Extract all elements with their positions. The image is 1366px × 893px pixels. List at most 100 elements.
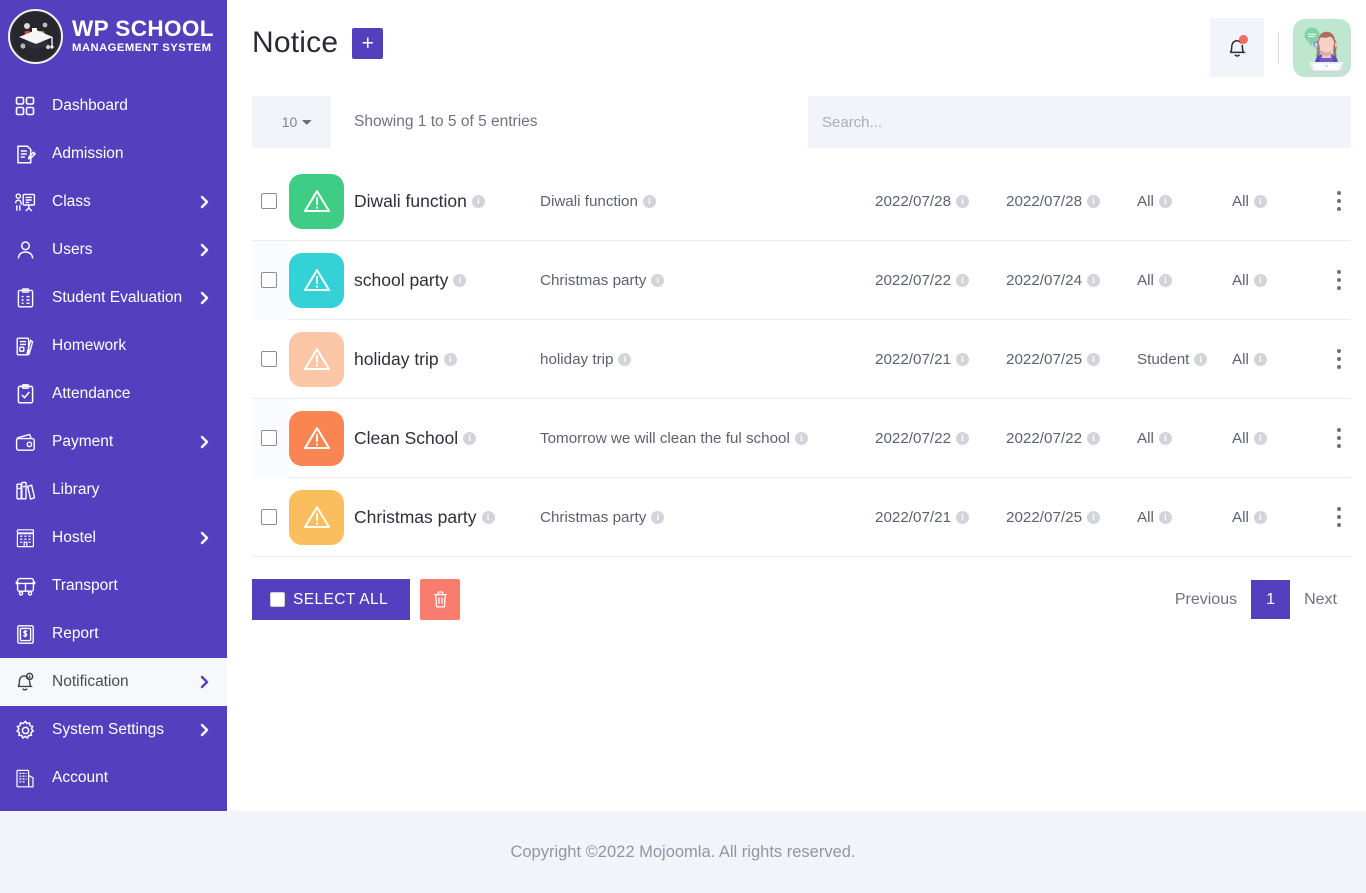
bus-icon bbox=[12, 573, 38, 599]
delete-selected-button[interactable] bbox=[420, 579, 461, 620]
add-notice-button[interactable]: + bbox=[352, 27, 384, 59]
info-icon[interactable]: i bbox=[956, 273, 970, 287]
info-icon[interactable]: i bbox=[651, 273, 665, 287]
sidebar-item-system-settings[interactable]: System Settings bbox=[0, 706, 227, 754]
info-icon[interactable]: i bbox=[481, 510, 495, 524]
notification-badge-dot bbox=[1239, 35, 1248, 44]
search-input[interactable] bbox=[808, 96, 1351, 148]
sidebar-item-users[interactable]: Users bbox=[0, 226, 227, 274]
row-scope-cell: All i bbox=[1232, 193, 1327, 210]
row-title: Christmas party bbox=[354, 506, 477, 527]
info-icon[interactable]: i bbox=[443, 352, 457, 366]
row-title-cell: holiday trip i bbox=[354, 349, 540, 370]
row-checkbox[interactable] bbox=[261, 509, 277, 525]
info-icon[interactable]: i bbox=[1253, 273, 1267, 287]
notification-bell-button[interactable] bbox=[1210, 18, 1264, 77]
info-icon[interactable]: i bbox=[956, 352, 970, 366]
sidebar-item-label: Report bbox=[52, 625, 99, 642]
sidebar-item-attendance[interactable]: Attendance bbox=[0, 370, 227, 418]
kebab-menu-icon[interactable] bbox=[1327, 266, 1351, 294]
pagination-next[interactable]: Next bbox=[1290, 580, 1351, 619]
table-row[interactable]: Clean School i Tomorrow we will clean th… bbox=[252, 398, 1351, 478]
sidebar-item-transport[interactable]: Transport bbox=[0, 562, 227, 610]
info-icon[interactable]: i bbox=[956, 510, 970, 524]
row-audience: Student bbox=[1137, 350, 1190, 368]
app-root: WP SCHOOL MANAGEMENT SYSTEM Dashboard Ad… bbox=[0, 0, 1366, 893]
info-icon[interactable]: i bbox=[1158, 273, 1172, 287]
avatar[interactable] bbox=[1293, 18, 1351, 77]
row-audience: All bbox=[1137, 192, 1154, 210]
info-icon[interactable]: i bbox=[1253, 431, 1267, 445]
info-icon[interactable]: i bbox=[1087, 194, 1101, 208]
info-icon[interactable]: i bbox=[1194, 352, 1208, 366]
kebab-menu-icon[interactable] bbox=[1327, 503, 1351, 531]
row-checkbox[interactable] bbox=[261, 430, 277, 446]
info-icon[interactable]: i bbox=[463, 431, 477, 445]
info-icon[interactable]: i bbox=[1158, 194, 1172, 208]
row-scope: All bbox=[1232, 429, 1249, 447]
info-icon[interactable]: i bbox=[1087, 352, 1101, 366]
row-checkbox[interactable] bbox=[261, 193, 277, 209]
kebab-menu-icon[interactable] bbox=[1327, 187, 1351, 215]
info-icon[interactable]: i bbox=[956, 194, 970, 208]
kebab-menu-icon[interactable] bbox=[1327, 345, 1351, 373]
row-icon-cell bbox=[289, 173, 354, 229]
sidebar-item-report[interactable]: Report bbox=[0, 610, 227, 658]
info-icon[interactable]: i bbox=[1158, 510, 1172, 524]
row-actions-cell bbox=[1327, 345, 1351, 373]
sidebar-item-dashboard[interactable]: Dashboard bbox=[0, 82, 227, 130]
row-scope-cell: All i bbox=[1232, 272, 1327, 289]
table-row[interactable]: Christmas party i Christmas party i 2022… bbox=[252, 478, 1351, 557]
info-icon[interactable]: i bbox=[651, 510, 665, 524]
info-icon[interactable]: i bbox=[956, 431, 970, 445]
pagination-page-1[interactable]: 1 bbox=[1251, 580, 1291, 619]
row-audience-cell: Student i bbox=[1137, 351, 1232, 368]
select-all-label: SELECT ALL bbox=[293, 590, 389, 608]
sidebar-item-hostel[interactable]: Hostel bbox=[0, 514, 227, 562]
info-icon[interactable]: i bbox=[794, 431, 808, 445]
warning-triangle-icon bbox=[289, 173, 344, 229]
sidebar-item-library[interactable]: Library bbox=[0, 466, 227, 514]
info-icon[interactable]: i bbox=[618, 352, 632, 366]
warning-triangle-icon bbox=[289, 331, 344, 387]
page-length-select[interactable]: 10 25 50 100 bbox=[252, 96, 331, 148]
kebab-menu-icon[interactable] bbox=[1327, 424, 1351, 452]
chevron-right-icon bbox=[199, 290, 211, 306]
sidebar-item-student-evaluation[interactable]: Student Evaluation bbox=[0, 274, 227, 322]
info-icon[interactable]: i bbox=[642, 194, 656, 208]
info-icon[interactable]: i bbox=[471, 194, 485, 208]
info-icon[interactable]: i bbox=[1087, 273, 1101, 287]
row-title-cell: Christmas party i bbox=[354, 507, 540, 528]
info-icon[interactable]: i bbox=[1253, 352, 1267, 366]
row-start-date: 2022/07/21 bbox=[875, 350, 952, 368]
info-icon[interactable]: i bbox=[1158, 431, 1172, 445]
table-row[interactable]: Diwali function i Diwali function i 2022… bbox=[252, 162, 1351, 241]
info-icon[interactable]: i bbox=[1253, 194, 1267, 208]
row-checkbox[interactable] bbox=[261, 272, 277, 288]
sidebar-item-homework[interactable]: Homework bbox=[0, 322, 227, 370]
row-end-date-cell: 2022/07/24 i bbox=[1006, 272, 1137, 289]
row-scope-cell: All i bbox=[1232, 430, 1327, 447]
info-icon[interactable]: i bbox=[453, 273, 467, 287]
sidebar-item-admission[interactable]: Admission bbox=[0, 130, 227, 178]
table-row[interactable]: school party i Christmas party i 2022/07… bbox=[252, 240, 1351, 320]
row-description: Christmas party bbox=[540, 508, 647, 526]
info-icon[interactable]: i bbox=[1253, 510, 1267, 524]
sidebar-item-payment[interactable]: Payment bbox=[0, 418, 227, 466]
sidebar-item-label: Student Evaluation bbox=[52, 289, 183, 306]
info-icon[interactable]: i bbox=[1087, 510, 1101, 524]
pagination-previous[interactable]: Previous bbox=[1161, 580, 1251, 619]
row-checkbox[interactable] bbox=[261, 351, 277, 367]
pagination: Previous 1 Next bbox=[1161, 580, 1351, 619]
table-row[interactable]: holiday trip i holiday trip i 2022/07/21… bbox=[252, 320, 1351, 399]
select-all-button[interactable]: SELECT ALL bbox=[252, 579, 411, 620]
sidebar-item-class[interactable]: Class bbox=[0, 178, 227, 226]
sidebar-item-notification[interactable]: Notification bbox=[0, 658, 227, 706]
warning-triangle-icon bbox=[289, 252, 344, 308]
sidebar-item-account[interactable]: Account bbox=[0, 754, 227, 802]
info-icon[interactable]: i bbox=[1087, 431, 1101, 445]
row-end-date: 2022/07/24 bbox=[1006, 271, 1083, 289]
row-actions-cell bbox=[1327, 424, 1351, 452]
select-all-checkbox[interactable] bbox=[270, 592, 285, 607]
brand-header[interactable]: WP SCHOOL MANAGEMENT SYSTEM bbox=[0, 0, 227, 72]
